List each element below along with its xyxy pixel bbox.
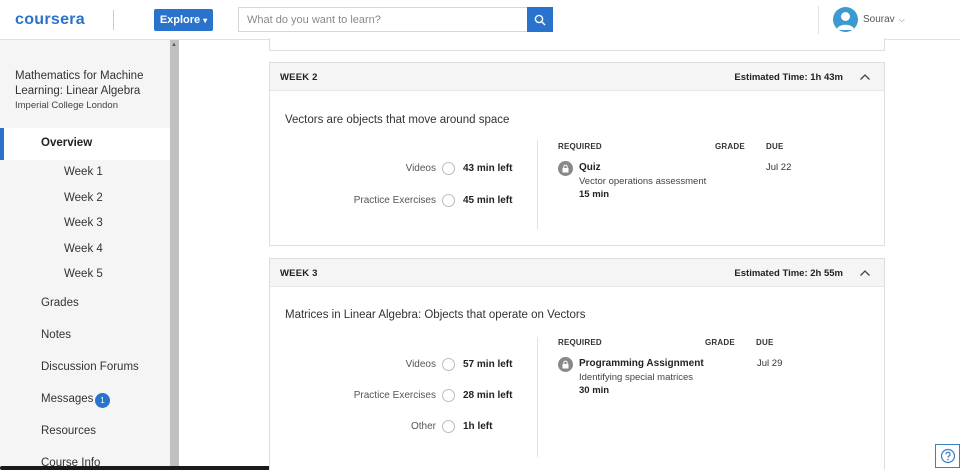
sidebar-item-grades[interactable]: Grades bbox=[41, 297, 79, 309]
grade-header: GRADE bbox=[715, 142, 745, 151]
sidebar-item-resources[interactable]: Resources bbox=[41, 425, 96, 437]
course-title[interactable]: Mathematics for Machine Learning: Linear… bbox=[15, 69, 165, 99]
header-divider-right bbox=[818, 6, 819, 34]
item-time: 45 min left bbox=[463, 195, 513, 206]
due-header: DUE bbox=[766, 142, 784, 151]
scroll-up-icon[interactable]: ▲ bbox=[171, 42, 177, 48]
sidebar-scrollbar[interactable] bbox=[170, 40, 179, 470]
assessment-title[interactable]: Programming Assignment bbox=[579, 358, 704, 369]
required-header: REQUIRED bbox=[558, 338, 602, 347]
chevron-up-icon[interactable] bbox=[859, 267, 871, 279]
lock-icon bbox=[558, 161, 573, 176]
due-date: Jul 29 bbox=[757, 358, 783, 369]
search-input[interactable] bbox=[238, 7, 528, 32]
top-header: coursera Explore ▾ Sourav ⌵ bbox=[0, 0, 960, 40]
user-icon bbox=[836, 12, 855, 30]
progress-circle-icon bbox=[442, 389, 455, 402]
week-card: WEEK 3 Estimated Time: 2h 55m Matrices i… bbox=[269, 258, 885, 470]
explore-button[interactable]: Explore ▾ bbox=[154, 9, 213, 31]
help-icon bbox=[940, 448, 955, 464]
sidebar-item-week-1[interactable]: Week 1 bbox=[64, 166, 103, 178]
grade-header: GRADE bbox=[705, 338, 735, 347]
user-menu[interactable]: Sourav ⌵ bbox=[863, 14, 905, 25]
sidebar-item-week-2[interactable]: Week 2 bbox=[64, 192, 103, 204]
assessment-title[interactable]: Quiz bbox=[579, 162, 601, 173]
assessment-length: 15 min bbox=[579, 189, 610, 200]
item-label: Other bbox=[410, 421, 436, 432]
chevron-down-icon: ⌵ bbox=[898, 14, 905, 24]
chevron-up-icon[interactable] bbox=[859, 71, 871, 83]
progress-circle-icon bbox=[442, 162, 455, 175]
week-label: WEEK 3 bbox=[280, 268, 318, 279]
item-label: Videos bbox=[405, 359, 436, 370]
item-label: Videos bbox=[405, 163, 436, 174]
list-item[interactable]: Videos 57 min left bbox=[270, 358, 540, 374]
list-item[interactable]: Videos 43 min left bbox=[270, 162, 540, 178]
list-item[interactable]: Other 1h left bbox=[270, 420, 540, 436]
horizontal-scrollbar[interactable] bbox=[0, 466, 289, 470]
week-1-card-bottom bbox=[269, 38, 885, 51]
item-label: Practice Exercises bbox=[353, 195, 436, 206]
sidebar-item-notes[interactable]: Notes bbox=[41, 329, 71, 341]
assessment-subtitle: Identifying special matrices bbox=[579, 372, 694, 383]
overview-label: Overview bbox=[41, 137, 93, 149]
sidebar-item-discussion-forums[interactable]: Discussion Forums bbox=[41, 361, 139, 373]
progress-circle-icon bbox=[442, 420, 455, 433]
column-divider bbox=[537, 337, 538, 457]
help-button[interactable] bbox=[935, 444, 960, 468]
week-label: WEEK 2 bbox=[280, 72, 318, 83]
week-card-header[interactable]: WEEK 2 Estimated Time: 1h 43m bbox=[270, 63, 884, 91]
due-date: Jul 22 bbox=[766, 162, 792, 173]
item-time: 43 min left bbox=[463, 163, 513, 174]
item-time: 57 min left bbox=[463, 359, 513, 370]
list-item[interactable]: Practice Exercises 45 min left bbox=[270, 194, 540, 210]
explore-label: Explore bbox=[159, 14, 201, 26]
avatar[interactable] bbox=[833, 7, 858, 32]
week-description: Matrices in Linear Algebra: Objects that… bbox=[285, 309, 586, 321]
coursera-logo[interactable]: coursera bbox=[15, 11, 85, 29]
estimated-time: Estimated Time: 1h 43m bbox=[734, 72, 843, 83]
estimated-time: Estimated Time: 2h 55m bbox=[734, 268, 843, 279]
messages-badge: 1 bbox=[95, 393, 110, 408]
search-icon bbox=[534, 14, 546, 25]
sidebar-item-messages[interactable]: Messages bbox=[41, 393, 93, 405]
due-header: DUE bbox=[756, 338, 774, 347]
item-label: Practice Exercises bbox=[353, 390, 436, 401]
user-name-label: Sourav bbox=[863, 14, 895, 25]
week-description: Vectors are objects that move around spa… bbox=[285, 114, 510, 126]
item-time: 28 min left bbox=[463, 390, 513, 401]
list-item[interactable]: Practice Exercises 28 min left bbox=[270, 389, 540, 405]
progress-circle-icon bbox=[442, 194, 455, 207]
required-header: REQUIRED bbox=[558, 142, 602, 151]
sidebar-item-week-3[interactable]: Week 3 bbox=[64, 217, 103, 229]
column-divider bbox=[537, 140, 538, 230]
header-divider bbox=[113, 10, 114, 30]
assessment-subtitle: Vector operations assessment bbox=[579, 176, 707, 187]
week-card-header[interactable]: WEEK 3 Estimated Time: 2h 55m bbox=[270, 259, 884, 287]
lock-icon bbox=[558, 357, 573, 372]
progress-circle-icon bbox=[442, 358, 455, 371]
chevron-down-icon: ▾ bbox=[203, 15, 208, 25]
sidebar-item-week-5[interactable]: Week 5 bbox=[64, 268, 103, 280]
week-card: WEEK 2 Estimated Time: 1h 43m Vectors ar… bbox=[269, 62, 885, 246]
item-time: 1h left bbox=[463, 421, 493, 432]
sidebar-item-overview[interactable]: Overview bbox=[0, 128, 170, 160]
search-button[interactable] bbox=[527, 7, 553, 32]
sidebar-item-week-4[interactable]: Week 4 bbox=[64, 243, 103, 255]
assessment-length: 30 min bbox=[579, 385, 610, 396]
course-org: Imperial College London bbox=[15, 100, 118, 111]
